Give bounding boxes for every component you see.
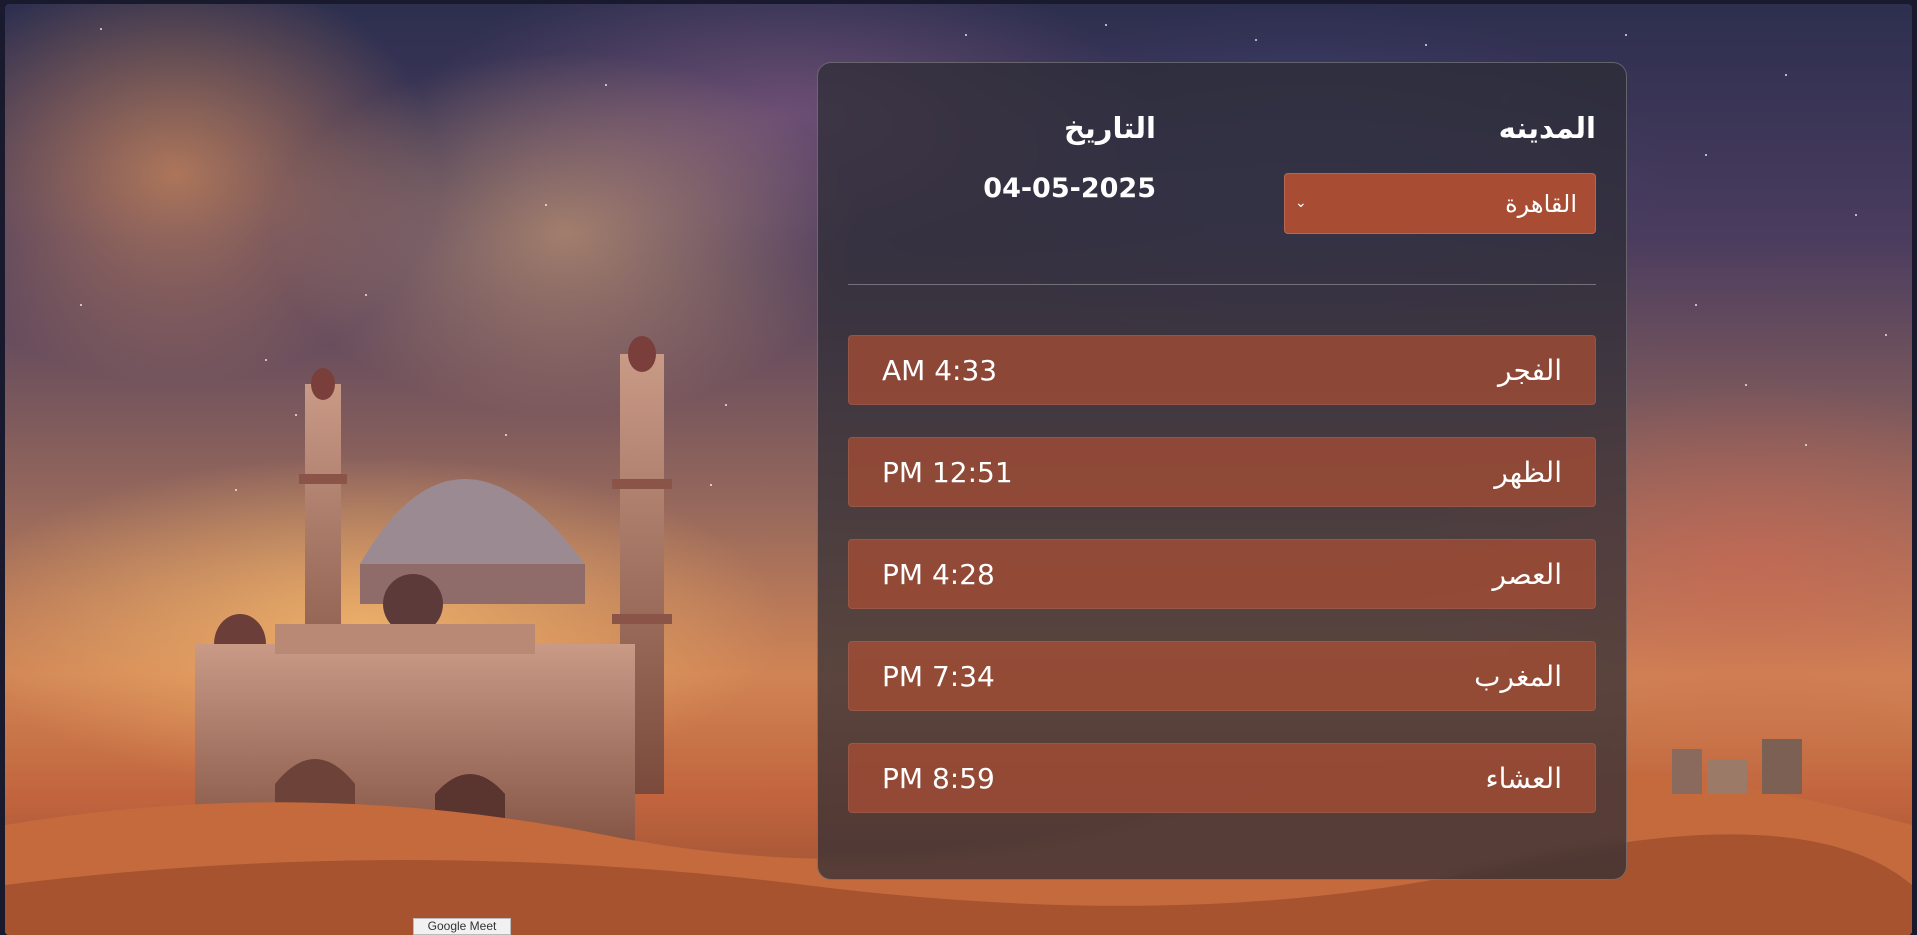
prayer-row-isha: PM 8:59 العشاء bbox=[848, 743, 1596, 813]
prayer-times-card: المدينه التاريخ ⌄ القاهرة 04-05-2025 AM … bbox=[817, 62, 1627, 880]
prayer-row-maghrib: PM 7:34 المغرب bbox=[848, 641, 1596, 711]
date-label: التاريخ bbox=[1063, 111, 1156, 145]
prayer-name: المغرب bbox=[1474, 659, 1562, 693]
prayer-time: PM 12:51 bbox=[882, 455, 1013, 489]
divider bbox=[848, 284, 1596, 285]
prayer-row-asr: PM 4:28 العصر bbox=[848, 539, 1596, 609]
prayer-row-fajr: AM 4:33 الفجر bbox=[848, 335, 1596, 405]
tooltip: Google Meet bbox=[413, 918, 511, 935]
date-value: 04-05-2025 bbox=[983, 173, 1156, 204]
prayer-name: الظهر bbox=[1494, 455, 1562, 489]
prayer-time: PM 8:59 bbox=[882, 761, 995, 795]
prayer-row-dhuhr: PM 12:51 الظهر bbox=[848, 437, 1596, 507]
city-label: المدينه bbox=[1498, 111, 1596, 145]
prayer-time: AM 4:33 bbox=[882, 353, 998, 387]
city-select-value: القاهرة bbox=[1505, 189, 1577, 218]
chevron-down-icon: ⌄ bbox=[1295, 194, 1307, 211]
prayer-name: العصر bbox=[1492, 557, 1562, 591]
prayer-name: العشاء bbox=[1485, 761, 1563, 795]
prayer-name: الفجر bbox=[1498, 353, 1562, 387]
prayer-time: PM 4:28 bbox=[882, 557, 995, 591]
city-skyline bbox=[1672, 739, 1802, 794]
prayer-time: PM 7:34 bbox=[882, 659, 995, 693]
city-select[interactable]: ⌄ القاهرة bbox=[1284, 173, 1596, 234]
